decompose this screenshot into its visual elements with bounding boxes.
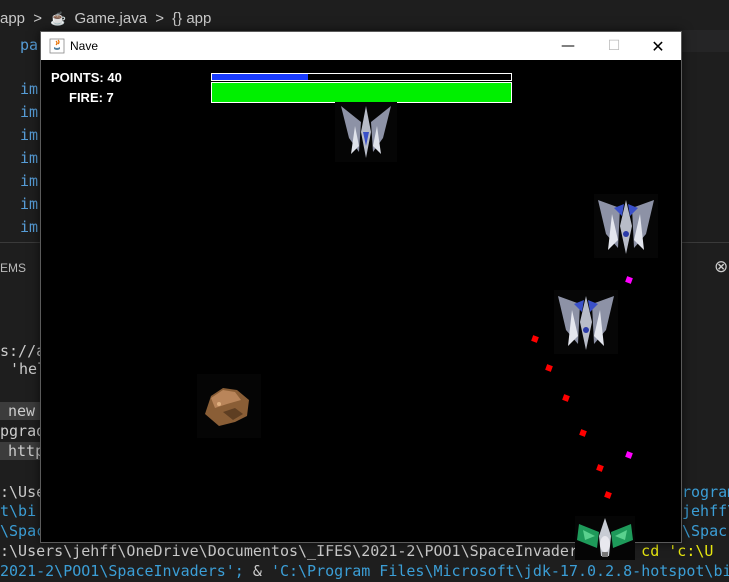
code-line: im <box>20 149 39 167</box>
terminal-line: :\Use <box>0 483 46 501</box>
breadcrumb-separator: > <box>155 10 164 27</box>
enemy-shot <box>562 394 570 402</box>
terminal-line: jehff\0 <box>682 502 729 520</box>
terminal-line: pgrad <box>0 422 46 440</box>
breadcrumb-separator: > <box>33 10 42 27</box>
close-icon[interactable]: ⊗ <box>714 257 728 277</box>
code-line: pa <box>20 36 39 54</box>
terminal-line: \Spac <box>682 522 728 540</box>
enemy-ship <box>554 290 618 354</box>
breadcrumb: app > ☕ Game.java > {} app <box>0 10 215 27</box>
health-bar-fill <box>212 83 511 102</box>
enemy-shot <box>604 491 612 499</box>
java-file-icon: ☕ <box>50 11 67 26</box>
breadcrumb-app[interactable]: app <box>0 10 25 27</box>
terminal-line: \Spac <box>0 522 46 540</box>
breadcrumb-class[interactable]: {} app <box>172 10 211 27</box>
enemy-shot <box>545 364 553 372</box>
java-app-icon <box>49 38 65 54</box>
terminal-line: s://a <box>0 342 46 360</box>
code-line: im <box>20 195 39 213</box>
game-window[interactable]: Nave — ☐ ✕ POINTS: 40 FIRE: 7 <box>40 31 682 560</box>
maximize-button[interactable]: ☐ <box>591 32 637 60</box>
asteroid <box>197 374 261 438</box>
player-shot <box>625 276 633 284</box>
code-line: im <box>20 126 39 144</box>
player-ship <box>575 516 635 560</box>
points-label: POINTS: 40 <box>51 70 122 85</box>
terminal-operator: & <box>243 562 271 580</box>
fire-label: FIRE: 7 <box>69 90 114 105</box>
enemy-shot <box>531 335 539 343</box>
terminal-arg: 'C:\Program Files\Microsoft\jdk-17.0.2.8… <box>270 562 729 580</box>
energy-bar-fill <box>212 74 308 80</box>
window-title: Nave <box>70 39 99 53</box>
breadcrumb-file[interactable]: Game.java <box>75 10 148 27</box>
close-button[interactable]: ✕ <box>635 32 681 60</box>
player-shot <box>625 451 633 459</box>
code-line: im <box>20 80 39 98</box>
terminal-line: t\bi <box>0 502 37 520</box>
enemy-shot <box>579 429 587 437</box>
energy-bar <box>211 73 512 81</box>
terminal-prompt: :\Users\jehff\OneDrive\Documentos\_IFES\… <box>0 542 597 560</box>
code-line: im <box>20 172 39 190</box>
code-line: im <box>20 103 39 121</box>
terminal-line: rogram <box>682 483 729 501</box>
code-line: im <box>20 218 39 236</box>
game-canvas[interactable]: POINTS: 40 FIRE: 7 <box>41 60 681 560</box>
terminal-line: 2021-2\POO1\SpaceInvaders'; & 'C:\Progra… <box>0 562 729 580</box>
health-bar <box>211 82 512 103</box>
editor-minimap-strip <box>680 30 729 52</box>
enemy-shot <box>596 464 604 472</box>
enemy-ship <box>335 102 397 162</box>
enemy-ship <box>594 194 658 258</box>
terminal-arg: 2021-2\POO1\SpaceInvaders'; <box>0 562 244 580</box>
tab-problems[interactable]: EMS <box>0 261 26 275</box>
minimize-button[interactable]: — <box>545 32 591 60</box>
window-titlebar[interactable]: Nave — ☐ ✕ <box>41 32 681 60</box>
